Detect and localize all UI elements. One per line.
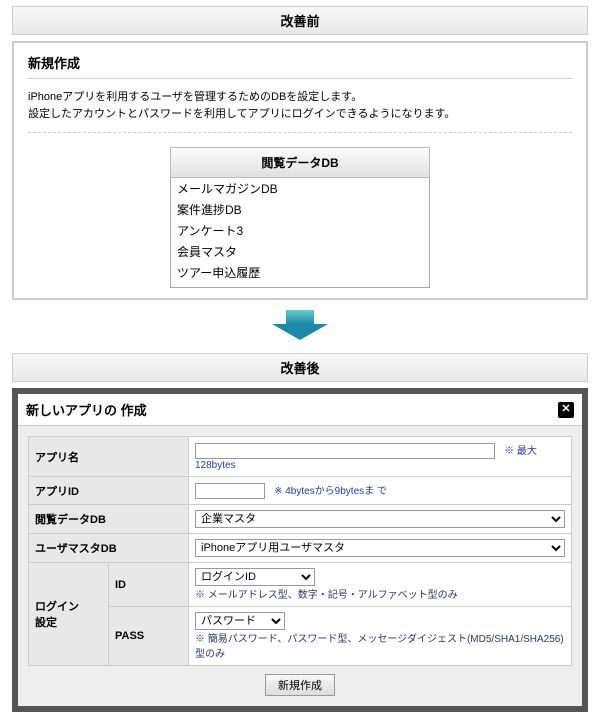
cell-user-db: iPhoneアプリ用ユーザマスタ [189,534,572,563]
before-title: 新規作成 [28,53,572,79]
before-header: 改善前 [12,6,588,35]
input-app-id[interactable] [195,483,265,499]
db-item[interactable]: ツアー申込履歴 [171,262,429,283]
note-login-pass: ※ 簡易パスワード、パスワード型、メッセージダイジェスト(MD5/SHA1/SH… [195,634,564,660]
dialog-header: 新しいアプリの 作成 ✕ [18,394,582,426]
desc-line1: iPhoneアプリを利用するユーザを管理するためのDBを設定します。 [28,91,362,103]
select-login-id[interactable]: ログインID [195,568,315,586]
label-login: ログイン 設定 [29,563,109,666]
submit-button[interactable]: 新規作成 [265,674,335,696]
dialog-title: 新しいアプリの 作成 [26,400,147,419]
db-selector-box: 閲覧データDB メールマガジンDB 案件進捗DB アンケート3 会員マスタ ツア… [170,147,430,288]
db-item[interactable]: アンケート3 [171,220,429,241]
db-list-header: 閲覧データDB [170,147,430,178]
label-browse-db: 閲覧データDB [29,505,189,534]
label-app-name: アプリ名 [29,437,189,477]
label-user-db: ユーザマスタDB [29,534,189,563]
db-item[interactable]: メールマガジンDB [171,178,429,199]
cell-app-name: ※ 最大 128bytes [189,437,572,477]
after-header: 改善後 [12,353,588,382]
cell-login-pass: パスワード ※ 簡易パスワード、パスワード型、メッセージダイジェスト(MD5/S… [189,607,572,666]
select-login-pass[interactable]: パスワード [195,612,285,630]
dialog-body: アプリ名 ※ 最大 128bytes アプリID ※ 4bytesから9byte… [18,426,582,706]
form-table: アプリ名 ※ 最大 128bytes アプリID ※ 4bytesから9byte… [28,436,572,666]
before-panel: 新規作成 iPhoneアプリを利用するユーザを管理するためのDBを設定します。 … [12,41,588,300]
select-browse-db[interactable]: 企業マスタ [195,510,565,528]
db-item[interactable]: 管理者用DB [171,283,429,288]
arrow-down-icon [0,310,600,343]
cell-login-id: ログインID ※ メールアドレス型、数字・記号・アルファベット型のみ [189,563,572,607]
close-icon[interactable]: ✕ [558,402,574,418]
cell-browse-db: 企業マスタ [189,505,572,534]
cell-app-id: ※ 4bytesから9bytesま で [189,477,572,505]
label-login-id: ID [109,563,189,607]
note-app-id: ※ 4bytesから9bytesま で [274,486,387,497]
desc-line2: 設定したアカウントとパスワードを利用してアプリにログインできるようになります。 [28,108,455,120]
label-app-id: アプリID [29,477,189,505]
input-app-name[interactable] [195,443,495,459]
note-login-id: ※ メールアドレス型、数字・記号・アルファベット型のみ [195,590,458,601]
db-item[interactable]: 会員マスタ [171,241,429,262]
before-description: iPhoneアプリを利用するユーザを管理するためのDBを設定します。 設定したア… [28,89,572,133]
after-panel: 新しいアプリの 作成 ✕ アプリ名 ※ 最大 128bytes アプリID ※ … [12,388,588,712]
label-login-pass: PASS [109,607,189,666]
submit-row: 新規作成 [28,674,572,696]
db-list[interactable]: メールマガジンDB 案件進捗DB アンケート3 会員マスタ ツアー申込履歴 管理… [170,178,430,288]
select-user-db[interactable]: iPhoneアプリ用ユーザマスタ [195,539,565,557]
db-item[interactable]: 案件進捗DB [171,199,429,220]
